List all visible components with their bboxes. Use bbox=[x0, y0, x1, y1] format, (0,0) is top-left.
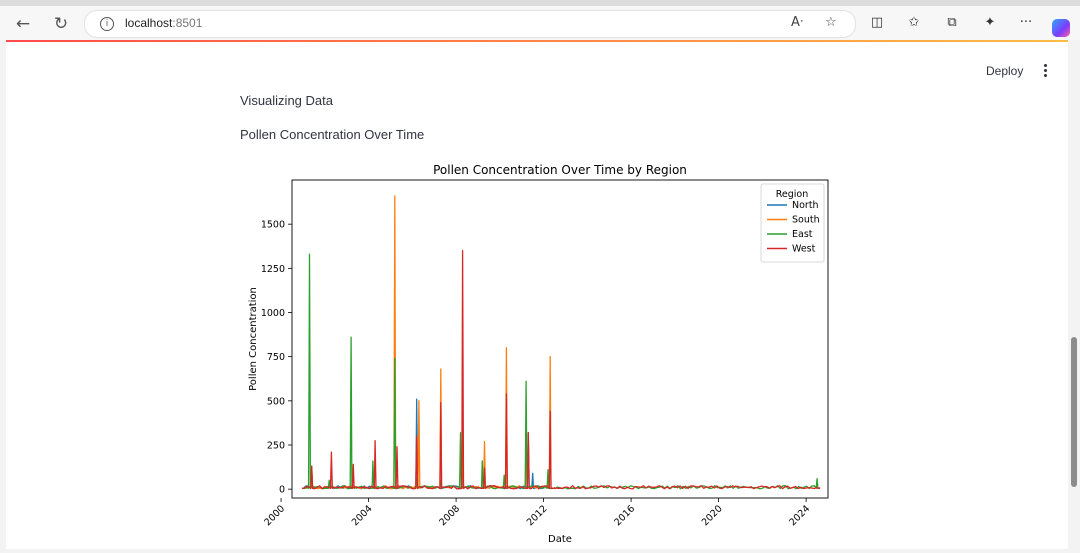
y-tick-label: 0 bbox=[279, 485, 285, 496]
y-tick-label: 1500 bbox=[261, 220, 285, 231]
streamlit-page: Deploy Visualizing Data Pollen Concentra… bbox=[6, 40, 1074, 549]
series-line-east bbox=[302, 253, 821, 490]
y-ticks: 0 250 500 750 1000 1250 1500 bbox=[261, 220, 292, 496]
x-tick-label: 2012 bbox=[525, 503, 550, 528]
scrollbar-thumb[interactable] bbox=[1071, 337, 1077, 487]
address-bar[interactable]: i localhost:8501 Aᐧ ☆ bbox=[84, 10, 856, 38]
legend-title: Region bbox=[776, 189, 809, 200]
reload-icon[interactable]: ↻ bbox=[48, 12, 74, 36]
x-axis-label: Date bbox=[548, 534, 572, 545]
x-tick-label: 2000 bbox=[262, 503, 287, 528]
series-lines bbox=[302, 195, 821, 490]
x-tick-label: 2016 bbox=[612, 503, 637, 528]
header-decoration bbox=[6, 40, 1074, 42]
deploy-button[interactable]: Deploy bbox=[986, 64, 1023, 78]
url-port: :8501 bbox=[172, 16, 203, 30]
back-arrow-icon[interactable]: ← bbox=[10, 12, 36, 36]
legend-label: West bbox=[792, 244, 816, 255]
favorite-star-icon[interactable]: ☆ bbox=[825, 15, 837, 30]
page-scrollbar[interactable] bbox=[1068, 40, 1080, 549]
info-icon[interactable]: i bbox=[100, 17, 114, 31]
x-ticks: 2000 2004 2008 2012 2016 2020 2024 bbox=[262, 498, 812, 528]
page-heading: Visualizing Data bbox=[240, 93, 333, 108]
y-axis-label: Pollen Concentration bbox=[248, 287, 259, 391]
chart-legend: Region North South East West bbox=[760, 183, 825, 263]
legend-label: North bbox=[792, 200, 819, 211]
series-line-west bbox=[302, 250, 821, 490]
favorites-icon[interactable]: ✩ bbox=[903, 15, 925, 33]
y-tick-label: 500 bbox=[267, 396, 285, 407]
browser-toolbar: ← ↻ i localhost:8501 Aᐧ ☆ ◫ ✩ ⧉ ✦ ··· bbox=[0, 6, 1080, 40]
y-tick-label: 1250 bbox=[261, 264, 285, 275]
legend-label: South bbox=[792, 215, 820, 226]
split-screen-icon[interactable]: ◫ bbox=[866, 15, 888, 33]
chart-title: Pollen Concentration Over Time by Region bbox=[433, 163, 687, 177]
x-tick-label: 2020 bbox=[700, 503, 725, 528]
series-line-south bbox=[302, 195, 556, 490]
collections-icon[interactable]: ⧉ bbox=[941, 15, 963, 33]
x-tick-label: 2004 bbox=[350, 503, 375, 528]
y-tick-label: 250 bbox=[267, 441, 285, 452]
y-tick-label: 750 bbox=[267, 352, 285, 363]
more-icon[interactable]: ··· bbox=[1015, 15, 1037, 33]
x-tick-label: 2024 bbox=[787, 503, 812, 528]
url-text[interactable]: localhost:8501 bbox=[125, 16, 202, 30]
chart-heading: Pollen Concentration Over Time bbox=[240, 127, 425, 142]
x-tick-label: 2008 bbox=[437, 503, 462, 528]
extensions-icon[interactable]: ✦ bbox=[979, 15, 1001, 33]
legend-label: East bbox=[792, 229, 813, 240]
read-aloud-icon[interactable]: Aᐧ bbox=[791, 15, 803, 30]
series-line-north bbox=[302, 398, 545, 490]
pollen-chart: Pollen Concentration Over Time by Region… bbox=[248, 163, 829, 545]
main-menu-icon[interactable] bbox=[1038, 62, 1052, 78]
plot-frame bbox=[291, 179, 829, 499]
y-tick-label: 1000 bbox=[261, 308, 285, 319]
url-host: localhost bbox=[125, 16, 173, 30]
copilot-icon[interactable] bbox=[1052, 19, 1070, 37]
